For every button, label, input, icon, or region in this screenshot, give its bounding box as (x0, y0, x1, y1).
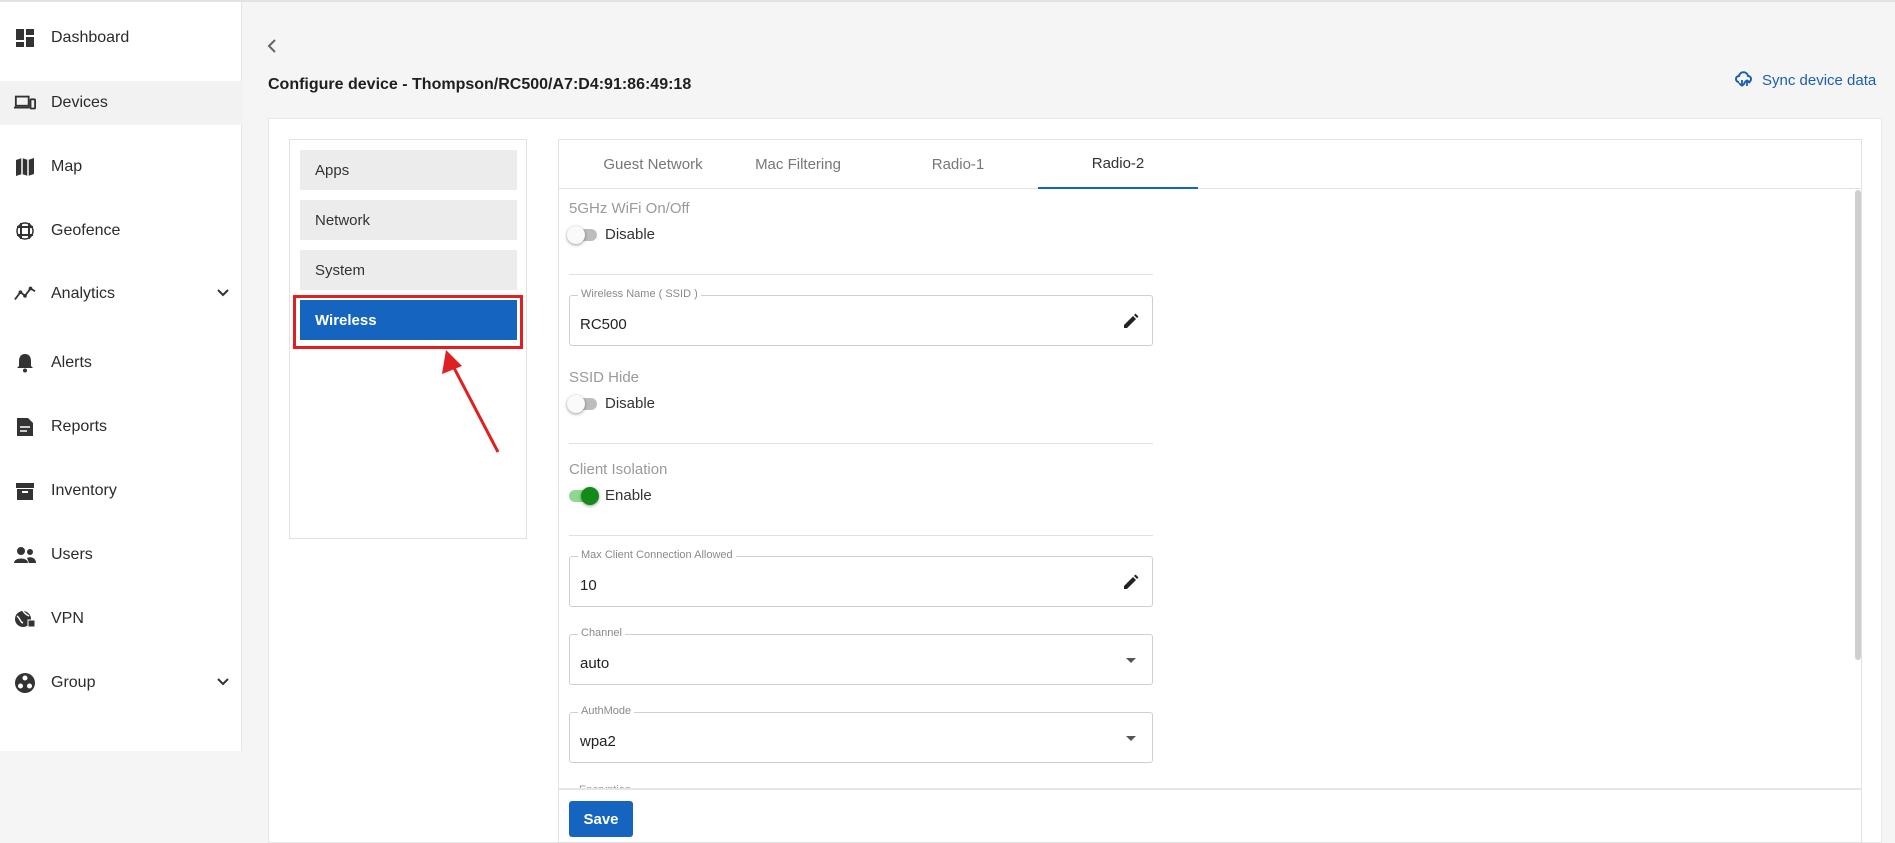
sidebar-item-map[interactable]: Map (0, 145, 242, 189)
sidebar-item-label: Group (51, 674, 96, 691)
sidebar-item-label: Geofence (51, 222, 121, 239)
sidebar-item-label: Reports (51, 418, 108, 435)
toggle-knob (567, 394, 585, 413)
sidebar-item-devices[interactable]: Devices (0, 81, 242, 125)
dashboard-icon (14, 27, 36, 49)
footer-divider (558, 788, 1862, 790)
devices-icon (14, 92, 36, 114)
ssid-hide-toggle[interactable]: Disable (567, 394, 656, 413)
sidebar-item-label: Map (51, 158, 83, 175)
ssid-hide-label: SSID Hide (569, 369, 640, 386)
sync-device-data-button[interactable]: Sync device data (1734, 68, 1876, 92)
tab-guest-network[interactable]: Guest Network (573, 139, 733, 189)
scrollbar[interactable] (1855, 190, 1861, 660)
channel-select[interactable]: Channel auto (569, 627, 1153, 685)
config-menu-apps[interactable]: Apps (300, 150, 517, 190)
tab-mac-filtering[interactable]: Mac Filtering (718, 139, 878, 189)
sync-icon (1734, 68, 1756, 92)
users-icon (14, 544, 36, 566)
sidebar-item-vpn[interactable]: VPN (0, 597, 242, 641)
sidebar-item-dashboard[interactable]: Dashboard (0, 16, 242, 60)
page-title: Configure device - Thompson/RC500/A7:D4:… (268, 76, 692, 93)
sidebar-item-label: VPN (51, 610, 84, 627)
save-button[interactable]: Save (569, 801, 633, 837)
map-icon (14, 156, 36, 178)
top-border (0, 0, 1895, 2)
sidebar-item-users[interactable]: Users (0, 533, 242, 577)
chevron-down-icon[interactable] (216, 675, 230, 694)
sidebar-item-label: Users (51, 546, 93, 563)
sidebar-item-alerts[interactable]: Alerts (0, 341, 242, 385)
authmode-select[interactable]: AuthMode wpa2 (569, 705, 1153, 763)
client-isolation-toggle[interactable]: Enable (569, 486, 652, 505)
tab-bar: Guest Network Mac Filtering Radio-1 Radi… (558, 139, 1862, 189)
chevron-left-icon (267, 39, 276, 53)
edit-icon[interactable] (1122, 312, 1140, 335)
ssid-legend: Wireless Name ( SSID ) (578, 288, 701, 300)
client-isolation-label: Client Isolation (569, 461, 668, 478)
max-clients-field[interactable]: Max Client Connection Allowed (569, 549, 1153, 607)
max-clients-legend: Max Client Connection Allowed (578, 549, 736, 561)
wifi-toggle-label: 5GHz WiFi On/Off (569, 200, 690, 217)
sidebar-item-label: Inventory (51, 482, 117, 499)
tab-radio-2[interactable]: Radio-2 (1038, 139, 1198, 189)
toggle-state-label: Disable (605, 226, 656, 243)
config-menu-wireless[interactable]: Wireless (300, 300, 517, 340)
channel-value: auto (580, 655, 610, 672)
annotation-arrow (442, 350, 500, 453)
toggle-track (569, 486, 599, 505)
sidebar: Dashboard Devices Map Geofence Analytics… (0, 2, 242, 751)
ssid-input[interactable] (580, 316, 1080, 333)
tab-radio-1[interactable]: Radio-1 (878, 139, 1038, 189)
toggle-track (567, 394, 597, 413)
config-menu-system[interactable]: System (300, 250, 517, 290)
divider (569, 443, 1153, 444)
authmode-value: wpa2 (580, 733, 616, 750)
sidebar-item-analytics[interactable]: Analytics (0, 272, 242, 316)
inventory-icon (14, 480, 36, 502)
toggle-knob (581, 486, 599, 505)
group-icon (14, 672, 36, 694)
reports-icon (14, 416, 36, 438)
divider (569, 274, 1153, 275)
toggle-state-label: Enable (605, 487, 652, 504)
sidebar-item-label: Devices (51, 94, 108, 111)
analytics-icon (14, 283, 36, 305)
config-menu-network[interactable]: Network (300, 200, 517, 240)
channel-legend: Channel (578, 627, 625, 639)
bell-icon (14, 352, 36, 374)
dropdown-arrow-icon[interactable] (1122, 729, 1140, 752)
vpn-icon (14, 608, 36, 630)
toggle-track (567, 225, 597, 244)
dropdown-arrow-icon[interactable] (1122, 651, 1140, 674)
sidebar-item-inventory[interactable]: Inventory (0, 469, 242, 513)
sidebar-item-label: Dashboard (51, 29, 130, 46)
wifi-toggle[interactable]: Disable (567, 225, 656, 244)
max-clients-input[interactable] (580, 577, 1080, 594)
sidebar-item-reports[interactable]: Reports (0, 405, 242, 449)
sidebar-item-label: Analytics (51, 285, 116, 302)
sync-label: Sync device data (1762, 71, 1877, 89)
divider (569, 535, 1153, 536)
geofence-icon (14, 220, 36, 242)
ssid-field[interactable]: Wireless Name ( SSID ) (569, 288, 1153, 346)
authmode-legend: AuthMode (578, 705, 635, 717)
chevron-down-icon[interactable] (216, 286, 230, 305)
back-button[interactable] (262, 36, 282, 56)
toggle-knob (567, 225, 585, 244)
sidebar-item-group[interactable]: Group (0, 661, 242, 705)
toggle-state-label: Disable (605, 395, 656, 412)
sidebar-item-label: Alerts (51, 354, 92, 371)
sidebar-item-geofence[interactable]: Geofence (0, 209, 242, 253)
edit-icon[interactable] (1122, 573, 1140, 596)
